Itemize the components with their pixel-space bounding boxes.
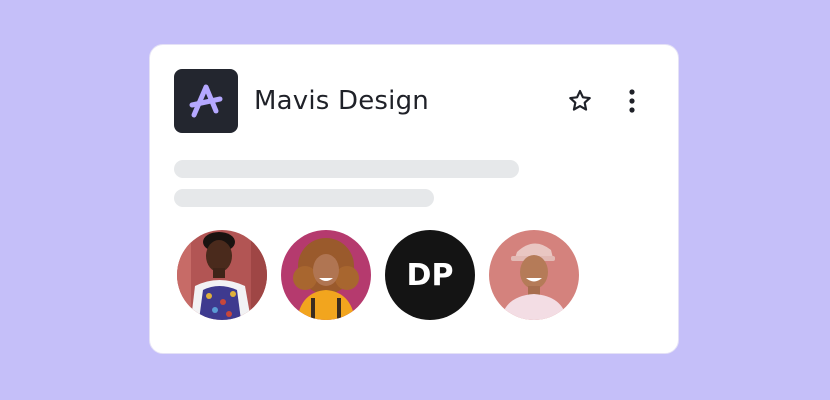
skeleton-line-2	[174, 189, 434, 207]
favorite-button[interactable]	[566, 87, 594, 115]
member-avatar-1[interactable]	[177, 230, 267, 320]
member-avatar-4[interactable]	[489, 230, 579, 320]
workspace-name: Mavis Design	[254, 86, 429, 116]
workspace-card[interactable]: Mavis Design DP	[149, 44, 679, 354]
member-photo-2	[281, 230, 371, 320]
mavis-a-icon	[189, 84, 223, 118]
member-photo-1	[177, 230, 267, 320]
star-icon	[569, 89, 591, 111]
workspace-logo	[174, 69, 238, 133]
more-vertical-icon	[629, 89, 635, 113]
more-options-button[interactable]	[618, 87, 646, 115]
member-avatar-initials[interactable]: DP	[385, 230, 475, 320]
member-avatar-2[interactable]	[281, 230, 371, 320]
skeleton-line-1	[174, 160, 519, 178]
member-photo-4	[489, 230, 579, 320]
